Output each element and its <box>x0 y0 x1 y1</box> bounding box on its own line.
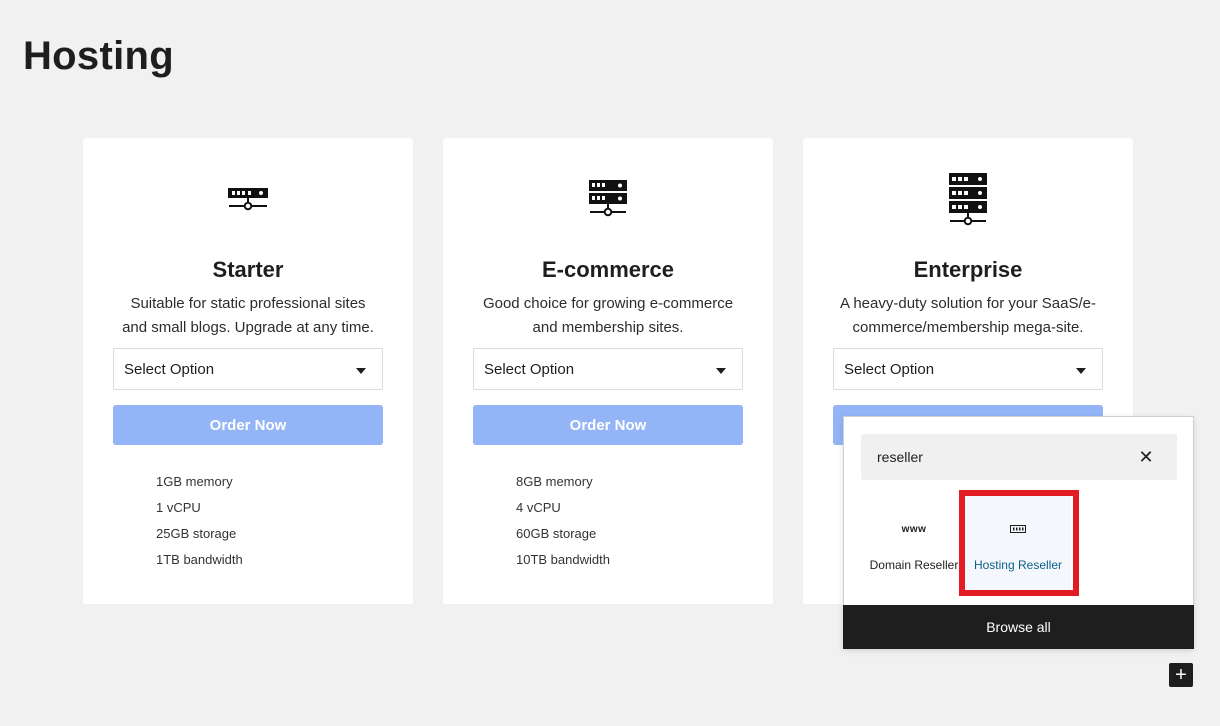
feature-item: 60GB storage <box>516 526 597 541</box>
option-select[interactable]: Select Option <box>113 348 383 390</box>
feature-item: 1GB memory <box>156 474 233 489</box>
plan-description: A heavy-duty solution for your SaaS/e- c… <box>833 292 1103 340</box>
plan-title: E-commerce <box>541 257 675 282</box>
block-inserter-popover: ✕ www Domain Reseller Hosting Reseller B… <box>843 416 1194 649</box>
feature-list: 1GB memory 1 vCPU 25GB storage 1TB bandw… <box>156 472 243 576</box>
block-search-field[interactable]: ✕ <box>861 434 1177 480</box>
block-result-label: Domain Reseller <box>869 558 959 572</box>
option-select[interactable]: Select Option <box>833 348 1103 390</box>
feature-item: 10TB bandwidth <box>516 552 610 567</box>
server-medium-icon <box>443 172 773 232</box>
plan-card-starter: Starter Suitable for static professional… <box>83 138 413 604</box>
close-icon[interactable]: ✕ <box>1135 446 1157 468</box>
plan-card-ecommerce: E-commerce Good choice for growing e-com… <box>443 138 773 604</box>
server-small-icon <box>83 172 413 232</box>
option-select[interactable]: Select Option <box>473 348 743 390</box>
plan-description-line: and membership sites. <box>532 319 684 336</box>
page-title: Hosting <box>23 34 174 78</box>
block-result-domain-reseller[interactable]: www Domain Reseller <box>861 495 967 595</box>
browse-all-button[interactable]: Browse all <box>843 605 1194 649</box>
plan-title: Starter <box>212 257 284 282</box>
plan-description: Suitable for static professional sites a… <box>113 292 383 340</box>
www-icon: www <box>901 523 927 535</box>
plan-description-line: commerce/membership mega-site. <box>852 319 1084 336</box>
highlight-box <box>959 490 1079 596</box>
plan-description-line: Good choice for growing e-commerce <box>482 295 734 312</box>
chevron-down-icon <box>356 368 366 374</box>
order-now-button[interactable]: Order Now <box>473 405 743 445</box>
block-search-input[interactable] <box>877 449 1117 465</box>
feature-list: 8GB memory 4 vCPU 60GB storage 10TB band… <box>516 472 610 576</box>
feature-item: 1 vCPU <box>156 500 201 515</box>
feature-item: 8GB memory <box>516 474 593 489</box>
select-value: Select Option <box>844 360 935 378</box>
feature-item: 25GB storage <box>156 526 237 541</box>
plan-description-line: A heavy-duty solution for your SaaS/e- <box>840 295 1096 312</box>
order-now-button[interactable]: Order Now <box>113 405 383 445</box>
feature-item: 4 vCPU <box>516 500 561 515</box>
plan-description: Good choice for growing e-commerce and m… <box>473 292 743 340</box>
feature-item: 1TB bandwidth <box>156 552 243 567</box>
server-large-icon <box>803 168 1133 228</box>
chevron-down-icon <box>1076 368 1086 374</box>
plan-title: Enterprise <box>913 257 1023 282</box>
plan-description-line: and small blogs. Upgrade at any time. <box>122 319 374 336</box>
plus-icon[interactable]: + <box>1169 663 1193 687</box>
select-value: Select Option <box>484 360 575 378</box>
plan-description-line: Suitable for static professional sites <box>130 295 366 312</box>
chevron-down-icon <box>716 368 726 374</box>
select-value: Select Option <box>124 360 215 378</box>
